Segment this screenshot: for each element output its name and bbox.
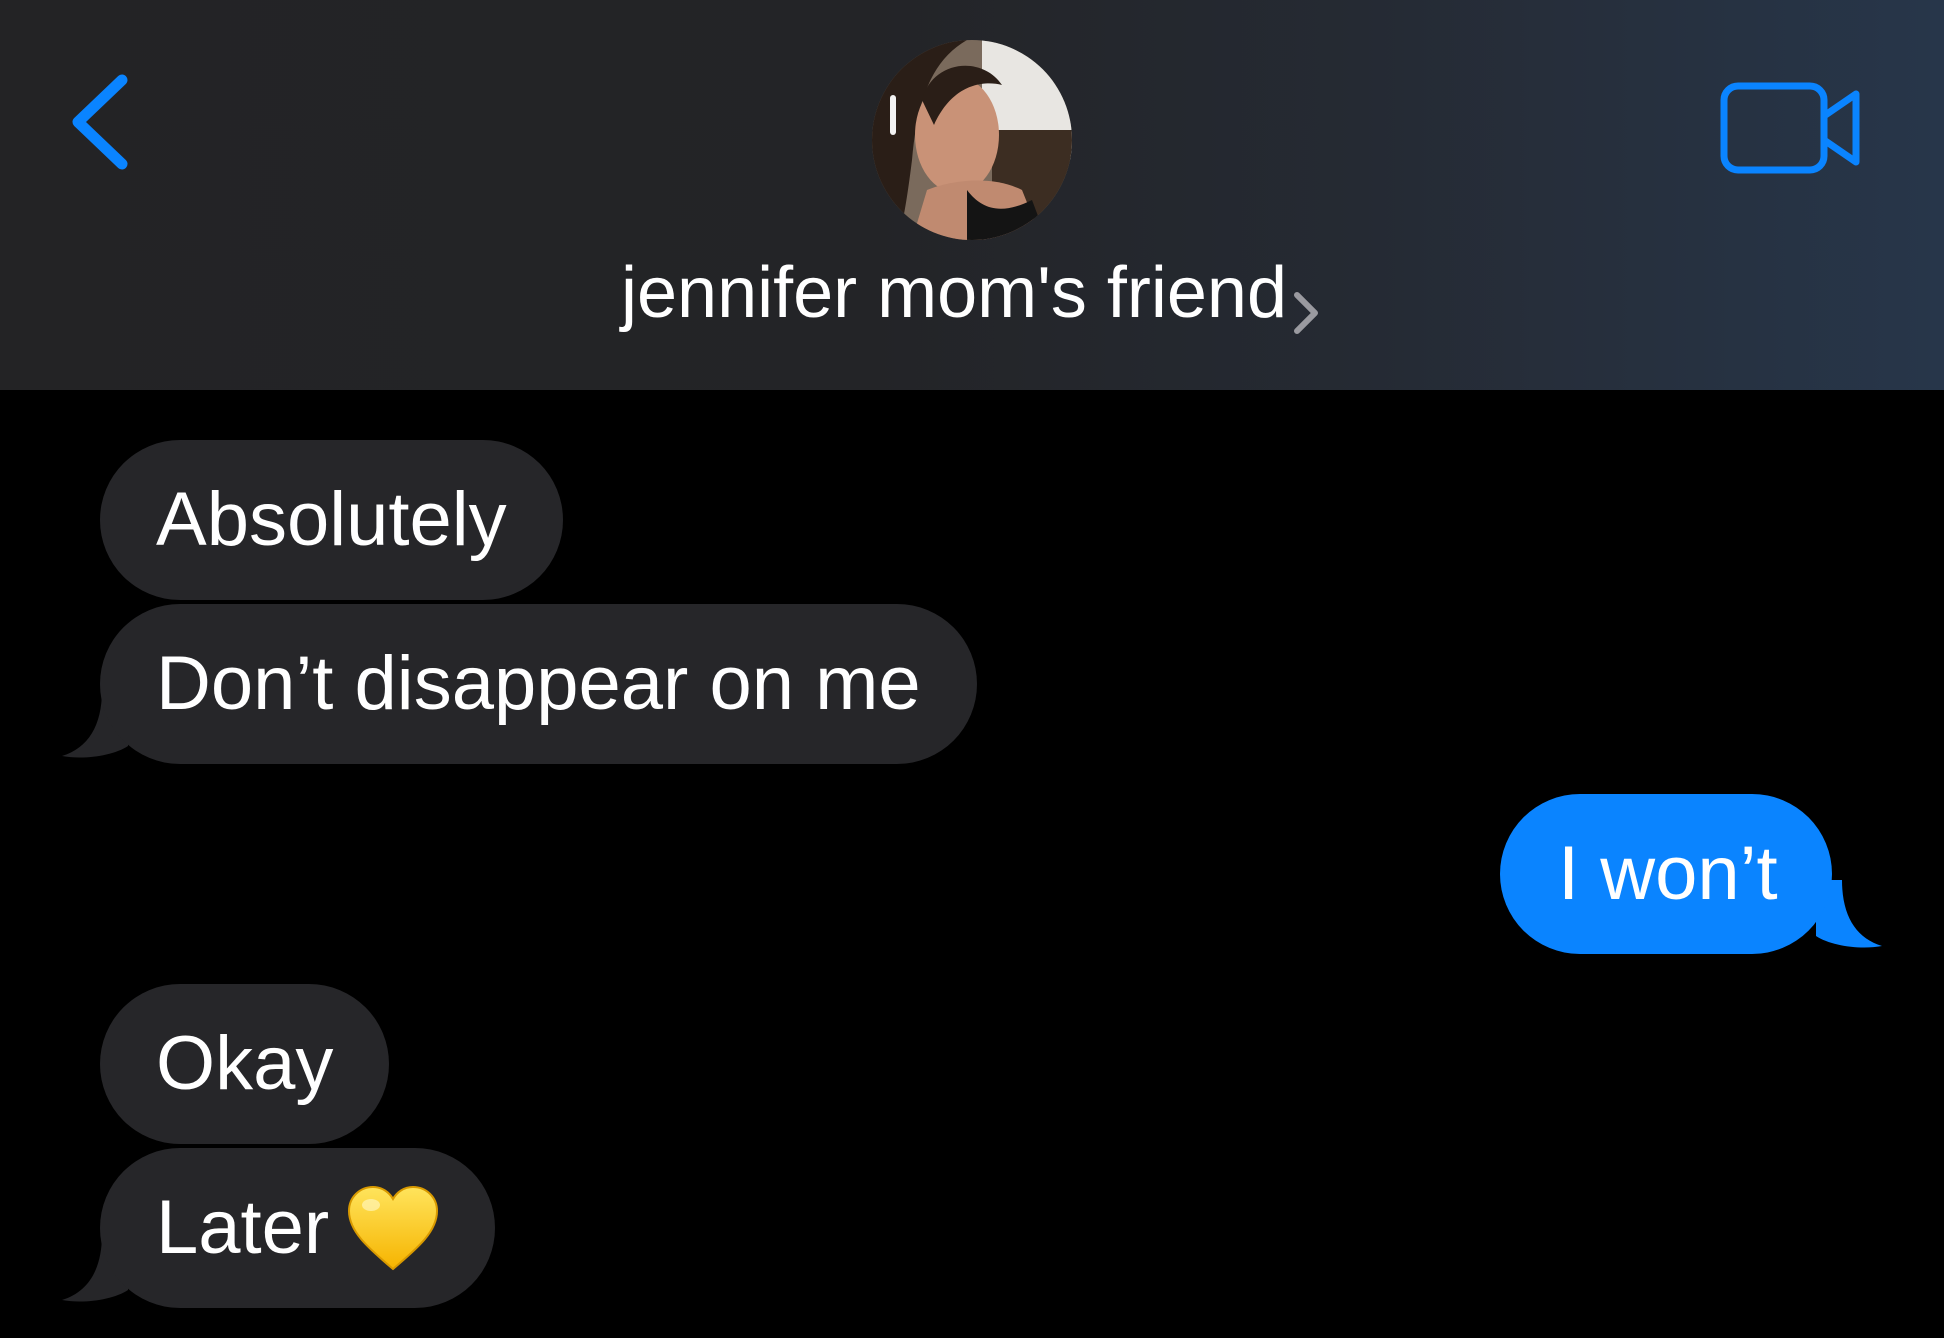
message-text: Later [156, 1185, 330, 1270]
message-text: I won’t [1558, 831, 1778, 916]
messages-screen: jennifer mom's friend Absolutely Don’t d… [0, 0, 1944, 1338]
contact-avatar[interactable] [872, 40, 1072, 240]
message-bubble-outgoing[interactable]: I won’t [1500, 794, 1832, 954]
back-button[interactable] [56, 62, 146, 182]
message-text: Absolutely [156, 477, 507, 562]
chevron-left-icon [72, 74, 128, 170]
message-bubble-incoming[interactable]: Don’t disappear on me [100, 604, 977, 764]
message-bubble-incoming[interactable]: Later [100, 1148, 496, 1308]
contact-name-button[interactable]: jennifer mom's friend [0, 248, 1944, 338]
contact-name: jennifer mom's friend [621, 253, 1287, 333]
conversation-header: jennifer mom's friend [0, 0, 1944, 390]
avatar-photo [872, 40, 1072, 240]
yellow-heart-icon [348, 1185, 439, 1271]
chevron-right-icon [1294, 291, 1318, 334]
message-bubble-incoming[interactable]: Okay [100, 984, 390, 1144]
message-text: Okay [156, 1021, 334, 1106]
message-text: Don’t disappear on me [156, 641, 921, 726]
message-bubble-incoming[interactable]: Absolutely [100, 440, 563, 600]
facetime-video-button[interactable] [1718, 78, 1868, 178]
video-camera-icon [1720, 82, 1860, 174]
